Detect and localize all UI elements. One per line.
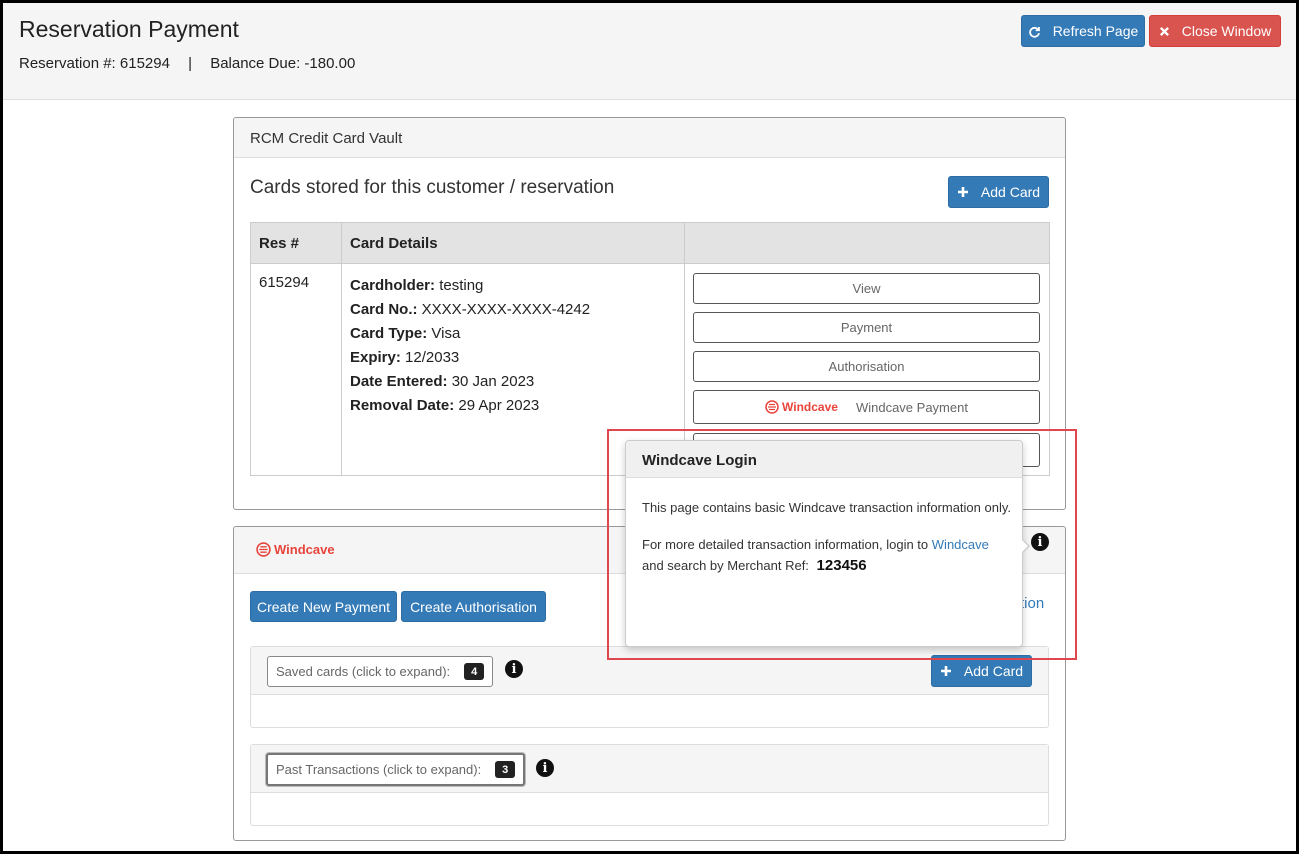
saved-cards-info-icon[interactable]: i (505, 660, 523, 678)
detail-card-type: Card Type: Visa (350, 322, 676, 346)
close-icon (1159, 26, 1170, 37)
detail-value: 29 Apr 2023 (458, 397, 540, 414)
vault-title: RCM Credit Card Vault (250, 130, 403, 147)
past-transactions-count-badge: 3 (495, 761, 516, 778)
plus-icon (940, 665, 952, 677)
past-transactions-header: Past Transactions (click to expand): 3 i (251, 745, 1048, 793)
vault-add-card-button[interactable]: Add Card (948, 176, 1049, 208)
saved-cards-header: Saved cards (click to expand): 4 i Add C… (251, 647, 1048, 695)
view-card-button[interactable]: View (693, 273, 1040, 304)
page-header: Reservation Payment Reservation #: 61529… (3, 3, 1296, 100)
saved-cards-add-card-label: Add Card (963, 663, 1024, 679)
saved-cards-add-card-button[interactable]: Add Card (931, 655, 1032, 687)
windcave-payment-button[interactable]: Windcave Windcave Payment (693, 390, 1040, 424)
detail-label: Cardholder: (350, 277, 436, 294)
detail-removal-date: Removal Date: 29 Apr 2023 (350, 394, 676, 418)
detail-value: XXXX-XXXX-XXXX-4242 (421, 301, 591, 318)
saved-cards-label: Saved cards (click to expand): (276, 664, 451, 679)
column-header-res: Res # (250, 222, 342, 264)
popover-body: This page contains basic Windcave transa… (642, 497, 1012, 576)
column-header-card-details: Card Details (341, 222, 685, 264)
summary-separator: | (188, 55, 193, 72)
detail-label: Card Type: (350, 325, 428, 342)
card-authorisation-button[interactable]: Authorisation (693, 351, 1040, 382)
create-authorisation-button[interactable]: Create Authorisation (401, 591, 546, 622)
table-header-row: Res # Card Details (250, 222, 1050, 264)
detail-value: 30 Jan 2023 (451, 373, 535, 390)
create-new-payment-button[interactable]: Create New Payment (250, 591, 397, 622)
popover-title: Windcave Login (642, 452, 757, 469)
close-window-button[interactable]: Close Window (1149, 15, 1281, 47)
windcave-logo-icon: Windcave (765, 400, 838, 414)
popover-paragraph-1: This page contains basic Windcave transa… (642, 500, 1012, 515)
popover-header: Windcave Login (626, 441, 1022, 478)
vault-panel-heading: RCM Credit Card Vault (234, 118, 1065, 158)
refresh-icon (1028, 25, 1041, 38)
refresh-page-button[interactable]: Refresh Page (1021, 15, 1145, 47)
info-icon[interactable]: i (1031, 533, 1049, 551)
detail-label: Expiry: (350, 349, 401, 366)
past-transactions-expand-button[interactable]: Past Transactions (click to expand): 3 (266, 753, 526, 786)
popover-arrow (1021, 538, 1030, 554)
cell-res-number: 615294 (250, 263, 342, 476)
saved-cards-section: Saved cards (click to expand): 4 i Add C… (250, 646, 1049, 728)
cards-heading: Cards stored for this customer / reserva… (250, 177, 615, 198)
close-window-label: Close Window (1181, 23, 1272, 39)
popover-text-prefix: For more detailed transaction informatio… (642, 537, 929, 552)
reservation-number: Reservation #: 615294 (19, 55, 170, 72)
reservation-summary: Reservation #: 615294 | Balance Due: -18… (19, 55, 355, 72)
detail-value: Visa (431, 325, 461, 342)
past-transactions-info-icon[interactable]: i (536, 759, 554, 777)
partial-hidden-link[interactable]: tion (1020, 595, 1044, 612)
detail-card-number: Card No.: XXXX-XXXX-XXXX-4242 (350, 298, 676, 322)
detail-date-entered: Date Entered: 30 Jan 2023 (350, 370, 676, 394)
saved-cards-expand-button[interactable]: Saved cards (click to expand): 4 (267, 656, 494, 687)
windcave-login-popover: Windcave Login This page contains basic … (625, 440, 1030, 647)
detail-expiry: Expiry: 12/2033 (350, 346, 676, 370)
past-transactions-label: Past Transactions (click to expand): (276, 762, 482, 777)
refresh-page-label: Refresh Page (1052, 23, 1139, 39)
past-transactions-section: Past Transactions (click to expand): 3 i (250, 744, 1049, 826)
detail-value: testing (439, 277, 484, 294)
balance-due: Balance Due: -180.00 (210, 55, 356, 72)
detail-label: Removal Date: (350, 397, 455, 414)
detail-label: Card No.: (350, 301, 418, 318)
windcave-logo-text: Windcave (782, 400, 838, 414)
detail-label: Date Entered: (350, 373, 448, 390)
windcave-login-link[interactable]: Windcave (932, 537, 989, 552)
saved-cards-count-badge: 4 (464, 663, 485, 680)
plus-icon (957, 186, 969, 198)
windcave-payment-label: Windcave Payment (855, 399, 968, 415)
windcave-brand-text: Windcave (274, 542, 335, 557)
vault-add-card-label: Add Card (980, 184, 1041, 200)
detail-value: 12/2033 (405, 349, 460, 366)
column-header-actions (684, 222, 1050, 264)
detail-cardholder: Cardholder: testing (350, 274, 676, 298)
popover-text-suffix: and search by Merchant Ref: (642, 558, 809, 573)
merchant-ref-value: 123456 (816, 557, 867, 574)
windcave-brand-logo: Windcave (256, 542, 335, 557)
card-payment-button[interactable]: Payment (693, 312, 1040, 343)
popover-paragraph-2: For more detailed transaction informatio… (642, 534, 1012, 576)
page-title: Reservation Payment (19, 16, 239, 42)
